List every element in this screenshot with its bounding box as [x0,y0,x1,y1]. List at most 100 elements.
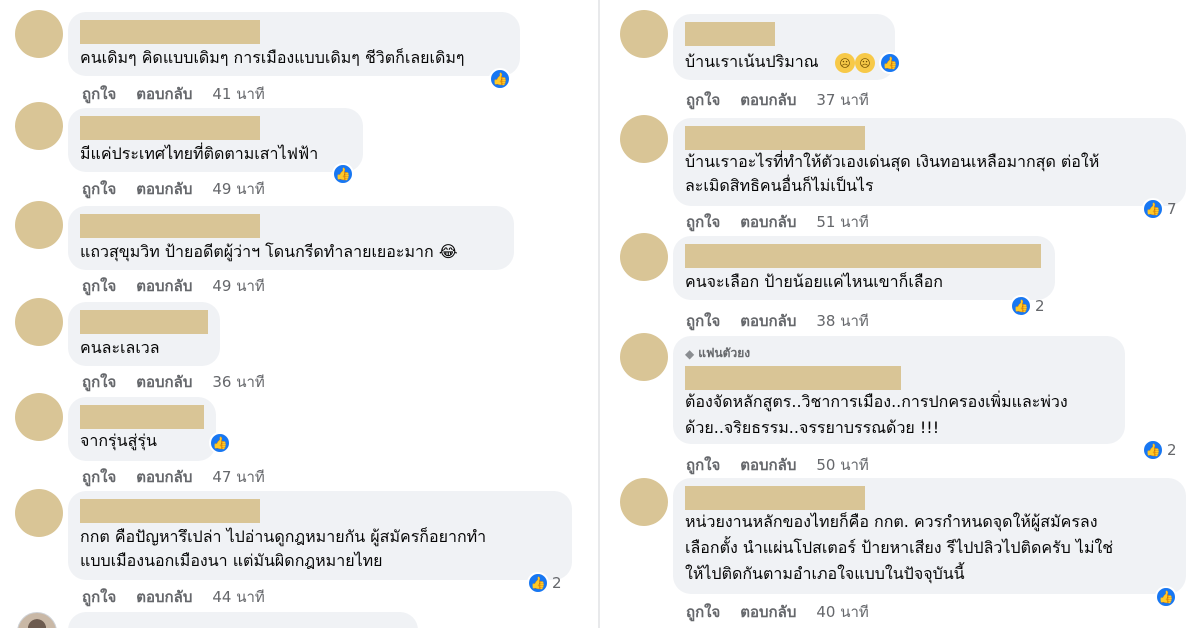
commenter-name-redacted[interactable] [80,214,260,238]
comment-bubble: คนเดิมๆ คิดแบบเดิมๆ การเมืองแบบเดิมๆ ชีว… [68,12,520,76]
avatar[interactable] [15,298,63,346]
comment-actions: ถูกใจ ตอบกลับ 50 นาที [686,453,869,477]
reply-button[interactable]: ตอบกลับ [136,274,192,298]
avatar[interactable] [620,333,668,381]
like-button[interactable]: ถูกใจ [82,82,116,106]
comment-time[interactable]: 49 นาที [212,177,264,201]
comment-time[interactable]: 50 นาที [816,453,868,477]
comment-time[interactable]: 44 นาที [212,585,264,609]
reaction-count: 7 [1167,200,1177,218]
reply-button[interactable]: ตอบกลับ [136,177,192,201]
avatar[interactable] [620,233,668,281]
reaction-badge[interactable]: 👍 2 [1142,439,1177,461]
fan-badge: ◆ แฟนตัวยง [685,344,750,363]
comment-actions: ถูกใจ ตอบกลับ 37 นาที [686,88,869,112]
reply-button[interactable]: ตอบกลับ [740,210,796,234]
thumbs-up-icon: 👍 [332,163,354,185]
reaction-badge[interactable]: 👍 2 [1010,295,1045,317]
reaction-badge[interactable]: 👍 [1155,586,1177,608]
like-button[interactable]: ถูกใจ [82,585,116,609]
commenter-name-redacted[interactable] [80,116,260,140]
like-button[interactable]: ถูกใจ [82,370,116,394]
reply-button[interactable]: ตอบกลับ [740,309,796,333]
comment-actions: ถูกใจ ตอบกลับ 44 นาที [82,585,265,609]
reply-button[interactable]: ตอบกลับ [740,600,796,624]
comment-time[interactable]: 47 นาที [212,465,264,489]
avatar[interactable] [15,393,63,441]
comment-time[interactable]: 49 นาที [212,274,264,298]
thumbs-up-icon: 👍 [1142,439,1164,461]
comment-text-line: แบบเมืองนอกเมืองนา แต่มันผิดกฎหมายไทย [80,551,383,570]
like-button[interactable]: ถูกใจ [82,274,116,298]
comment-text: มีแค่ประเทศไทยที่ติดตามเสาไฟฟ้า [80,144,319,163]
like-button[interactable]: ถูกใจ [686,210,720,234]
comment-text-line: กกต คือปัญหารึเปล่า ไปอ่านดูกฎหมายกัน ผู… [80,527,487,546]
comment-text-line: หน่วยงานหลักของไทยก็คือ กกต. ควรกำหนดจุด… [685,512,1098,531]
comment-text-line: ด้วย..จริยธรรม..จรรยาบรรณด้วย !!! [685,418,940,437]
reaction-badge[interactable]: ☹ ☹ 👍 [835,52,901,74]
reply-button[interactable]: ตอบกลับ [136,370,192,394]
avatar[interactable] [620,115,668,163]
thumbs-up-icon: 👍 [209,432,231,454]
comment-text: คนจะเลือก ป้ายน้อยแค่ไหนเขาก็เลือก [685,272,943,291]
comment-actions: ถูกใจ ตอบกลับ 49 นาที [82,177,265,201]
reply-button[interactable]: ตอบกลับ [740,88,796,112]
comment-actions: ถูกใจ ตอบกลับ 40 นาที [686,600,869,624]
reaction-badge[interactable]: 👍 [489,68,511,90]
comment-text: คนเดิมๆ คิดแบบเดิมๆ การเมืองแบบเดิมๆ ชีว… [80,48,465,67]
reaction-badge[interactable]: 👍 7 [1142,198,1177,220]
like-button[interactable]: ถูกใจ [82,177,116,201]
comment-text-line: ละเมิดสิทธิคนอื่นก็ไม่เป็นไร [685,176,874,195]
commenter-name-redacted[interactable] [685,486,865,510]
like-button[interactable]: ถูกใจ [82,465,116,489]
commenter-name-redacted[interactable] [80,20,260,44]
commenter-name-redacted[interactable] [685,366,901,390]
reaction-badge[interactable]: 👍 2 [527,572,562,594]
like-button[interactable]: ถูกใจ [686,453,720,477]
reply-button[interactable]: ตอบกลับ [740,453,796,477]
commenter-name-redacted[interactable] [80,405,204,429]
comment-time[interactable]: 37 นาที [816,88,868,112]
like-button[interactable]: ถูกใจ [686,309,720,333]
thumbs-up-icon: 👍 [489,68,511,90]
commenter-name-redacted[interactable] [685,22,775,46]
avatar[interactable] [15,102,63,150]
avatar[interactable] [15,201,63,249]
comment-bubble: มีแค่ประเทศไทยที่ติดตามเสาไฟฟ้า [68,108,363,172]
like-button[interactable]: ถูกใจ [686,600,720,624]
comment-time[interactable]: 51 นาที [816,210,868,234]
reaction-badge[interactable]: 👍 [332,163,354,185]
avatar[interactable] [620,10,668,58]
commenter-name-redacted[interactable] [685,126,865,150]
thumbs-up-icon: 👍 [1010,295,1032,317]
like-button[interactable]: ถูกใจ [686,88,720,112]
avatar[interactable] [15,489,63,537]
avatar[interactable] [15,10,63,58]
avatar[interactable] [17,612,57,628]
comment-actions: ถูกใจ ตอบกลับ 49 นาที [82,274,265,298]
comment-bubble: คนจะเลือก ป้ายน้อยแค่ไหนเขาก็เลือก [673,236,1055,300]
comment-time[interactable]: 38 นาที [816,309,868,333]
comment-text: แถวสุขุมวิท ป้ายอดีตผู้ว่าฯ โดนกรีดทำลาย… [80,242,458,261]
comment-text: คนละเลเวล [80,338,160,357]
commenter-name-redacted[interactable] [80,499,260,523]
reply-button[interactable]: ตอบกลับ [136,585,192,609]
comment-time[interactable]: 41 นาที [212,82,264,106]
commenter-name-redacted[interactable] [80,310,208,334]
comment-text-line: บ้านเราอะไรที่ทำให้ตัวเองเด่นสุด เงินทอน… [685,152,1100,171]
comment-text-line: เลือกตั้ง นำแผ่นโปสเตอร์ ป้ายหาเสียง รีไ… [685,538,1114,557]
comment-time[interactable]: 36 นาที [212,370,264,394]
comment-actions: ถูกใจ ตอบกลับ 38 นาที [686,309,869,333]
reply-button[interactable]: ตอบกลับ [136,82,192,106]
thumbs-up-icon: 👍 [527,572,549,594]
comment-time[interactable]: 40 นาที [816,600,868,624]
comment-bubble: จากรุ่นสู่รุ่น [68,397,216,461]
fan-badge-label: แฟนตัวยง [698,346,751,360]
comment-actions: ถูกใจ ตอบกลับ 47 นาที [82,465,265,489]
face-emoji-icon: ☹ [835,53,855,73]
reaction-count: 2 [552,574,562,592]
reply-button[interactable]: ตอบกลับ [136,465,192,489]
reaction-badge[interactable]: 👍 [209,432,231,454]
avatar[interactable] [620,478,668,526]
commenter-name-redacted[interactable] [685,244,1041,268]
